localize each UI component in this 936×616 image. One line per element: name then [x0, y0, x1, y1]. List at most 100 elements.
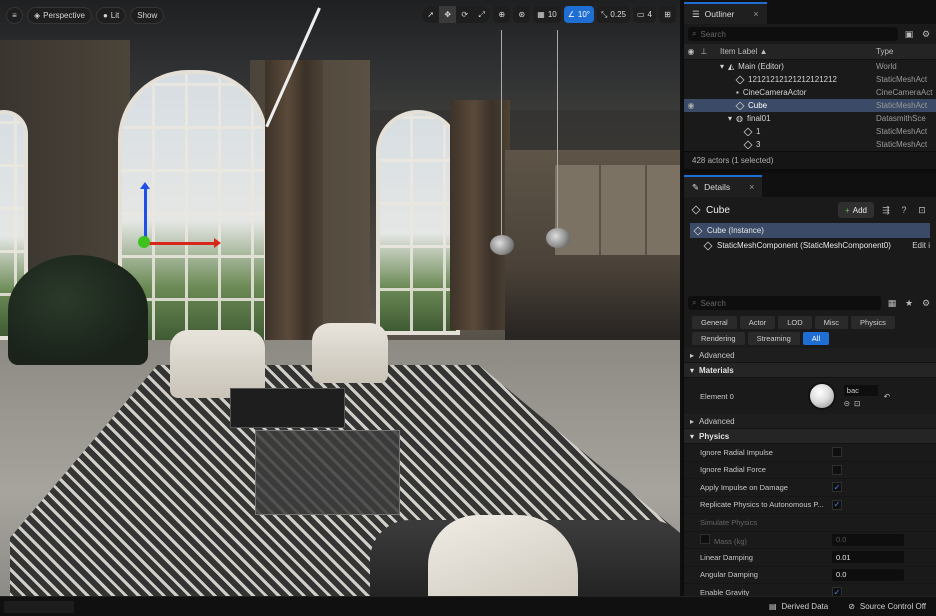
- filter-tab-general[interactable]: General: [692, 316, 737, 329]
- viewport-menu-button[interactable]: ≡: [6, 6, 23, 24]
- rotate-icon: ⟳: [461, 10, 469, 19]
- angle-snap-button[interactable]: ∠ 10°: [563, 6, 594, 23]
- checkbox[interactable]: [832, 447, 842, 458]
- checkbox-checked[interactable]: ✓: [832, 482, 842, 493]
- outliner-row[interactable]: ▪ CineCameraActor CineCameraAct: [684, 86, 936, 99]
- outliner-row[interactable]: 3 StaticMeshAct: [684, 138, 936, 151]
- outliner-row[interactable]: 1 StaticMeshAct: [684, 125, 936, 138]
- checkbox[interactable]: [832, 464, 842, 475]
- outliner-search-input[interactable]: ⌕ Search: [688, 27, 898, 41]
- camera-speed-button[interactable]: ▭ 4: [632, 6, 656, 23]
- edit-in-cpp-link[interactable]: Edit i: [912, 241, 930, 250]
- select-mode-button[interactable]: ➚: [422, 6, 440, 23]
- lit-button[interactable]: ● Lit: [95, 6, 127, 24]
- scale-icon: ⤢: [478, 9, 485, 19]
- filter-tab-rendering[interactable]: Rendering: [692, 332, 745, 345]
- material-thumbnail[interactable]: [807, 382, 836, 410]
- translate-mode-button[interactable]: ✥: [439, 6, 457, 23]
- physics-category[interactable]: ▾ Physics: [684, 429, 936, 444]
- angular-damping-input[interactable]: 0.0: [832, 568, 904, 581]
- viewport-layout-button[interactable]: ⊞: [659, 6, 676, 23]
- checkbox-checked[interactable]: ✓: [832, 499, 842, 510]
- star-icon[interactable]: ★: [903, 297, 915, 309]
- grid-snap-button[interactable]: ▦ 10: [533, 6, 561, 23]
- actor-name[interactable]: Cube: [706, 205, 730, 216]
- gizmo-z-axis[interactable]: [140, 182, 150, 242]
- materials-category[interactable]: ▾ Materials: [684, 363, 936, 378]
- level-viewport[interactable]: ≡ ◈ Perspective ● Lit Show ➚ ✥ ⟳ ⤢ ⊕ ⊛ ▦…: [0, 0, 680, 596]
- chevron-right-icon: ▸: [690, 416, 695, 426]
- details-header: Cube + Add ⇶ ? ⊡: [684, 197, 936, 223]
- component-instance-row[interactable]: Cube (Instance): [690, 223, 930, 238]
- blueprint-icon[interactable]: ⇶: [880, 204, 892, 216]
- filter-tab-misc[interactable]: Misc: [814, 316, 849, 329]
- checkbox[interactable]: [700, 533, 710, 544]
- source-control-button[interactable]: ⊘ Source Control Off: [838, 602, 936, 611]
- scene-pendant-lamp: [546, 228, 570, 248]
- reset-arrow-icon[interactable]: ↶: [884, 392, 890, 401]
- filter-tab-lod[interactable]: LOD: [778, 316, 812, 329]
- gizmo-y-axis[interactable]: [138, 236, 150, 248]
- scene-glass-table: [255, 430, 400, 515]
- close-icon[interactable]: ×: [753, 9, 758, 19]
- scale-snap-button[interactable]: ⤡ 0.25: [597, 6, 630, 23]
- transform-mode-group: ➚ ✥ ⟳ ⤢: [422, 6, 491, 23]
- help-icon[interactable]: ?: [898, 204, 910, 216]
- lock-icon[interactable]: ⊡: [916, 204, 928, 216]
- surface-snap-button[interactable]: ⊛: [513, 6, 531, 23]
- scale-mode-button[interactable]: ⤢: [473, 6, 491, 23]
- filter-tab-actor[interactable]: Actor: [739, 316, 776, 329]
- column-type[interactable]: Type: [876, 47, 936, 56]
- prop-angular-damping: Angular Damping 0.0: [684, 567, 936, 584]
- scene-window: [376, 110, 460, 335]
- rotate-mode-button[interactable]: ⟳: [456, 6, 474, 23]
- close-icon[interactable]: ×: [749, 182, 754, 192]
- derived-data-button[interactable]: ▤ Derived Data: [759, 602, 838, 611]
- table-view-icon[interactable]: ▦: [886, 297, 898, 309]
- browse-icon[interactable]: ⊝: [844, 399, 850, 408]
- status-bar: ▤ Derived Data ⊘ Source Control Off: [0, 596, 936, 616]
- static-mesh-icon: [693, 225, 703, 236]
- chevron-down-icon: ▾: [690, 431, 695, 441]
- outliner-row[interactable]: ▾ ◍ final01 DatasmithSce: [684, 112, 936, 125]
- lamp-wire: [501, 30, 502, 236]
- visibility-icon[interactable]: ◉: [684, 101, 698, 110]
- expand-arrow-icon[interactable]: ▾: [720, 62, 724, 71]
- perspective-button[interactable]: ◈ Perspective: [27, 6, 92, 24]
- transform-gizmo[interactable]: [130, 180, 230, 260]
- filter-tab-streaming[interactable]: Streaming: [747, 332, 800, 345]
- scene-armchair: [312, 323, 388, 383]
- column-item-label[interactable]: Item Label ▲: [710, 47, 876, 56]
- filter-tab-all[interactable]: All: [802, 332, 830, 345]
- world-local-button[interactable]: ⊕: [493, 6, 511, 23]
- content-drawer-button[interactable]: [4, 600, 74, 613]
- details-search-input[interactable]: ⌕ Search: [688, 296, 881, 310]
- filter-tab-physics[interactable]: Physics: [851, 316, 895, 329]
- linear-damping-input[interactable]: 0.01: [832, 551, 904, 564]
- expand-arrow-icon[interactable]: ▾: [728, 114, 732, 123]
- component-row[interactable]: StaticMeshComponent (StaticMeshComponent…: [690, 238, 930, 253]
- outliner-row[interactable]: 12121212121212121212 StaticMeshAct: [684, 73, 936, 86]
- chevron-down-icon: ▾: [690, 365, 695, 375]
- show-button[interactable]: Show: [130, 6, 165, 24]
- static-mesh-icon: [743, 140, 753, 149]
- gear-icon[interactable]: ⚙: [920, 297, 932, 309]
- use-selected-icon[interactable]: ⊡: [854, 399, 860, 408]
- advanced-category[interactable]: ▸ Advanced: [684, 414, 936, 429]
- outliner-row-selected[interactable]: ◉ Cube StaticMeshAct: [684, 99, 936, 112]
- snap-icon: ⊛: [518, 10, 526, 19]
- mass-input[interactable]: 0.0: [832, 533, 904, 546]
- scene-pendant-lamp: [490, 235, 514, 255]
- advanced-category[interactable]: ▸ Advanced: [684, 348, 936, 363]
- pin-column-icon[interactable]: ⊥: [698, 47, 710, 56]
- visibility-column-icon[interactable]: ◉: [684, 47, 698, 56]
- add-component-button[interactable]: + Add: [838, 202, 874, 218]
- add-folder-icon[interactable]: ▣: [903, 28, 915, 40]
- material-picker[interactable]: bac: [843, 384, 878, 396]
- gizmo-x-axis[interactable]: [146, 238, 221, 248]
- gear-icon[interactable]: ⚙: [920, 28, 932, 40]
- tab-details[interactable]: ✎ Details ×: [684, 175, 763, 197]
- outliner-row[interactable]: ▾ ◭ Main (Editor) World: [684, 60, 936, 73]
- tab-outliner[interactable]: ☰ Outliner ×: [684, 2, 767, 24]
- cursor-icon: ➚: [427, 10, 435, 19]
